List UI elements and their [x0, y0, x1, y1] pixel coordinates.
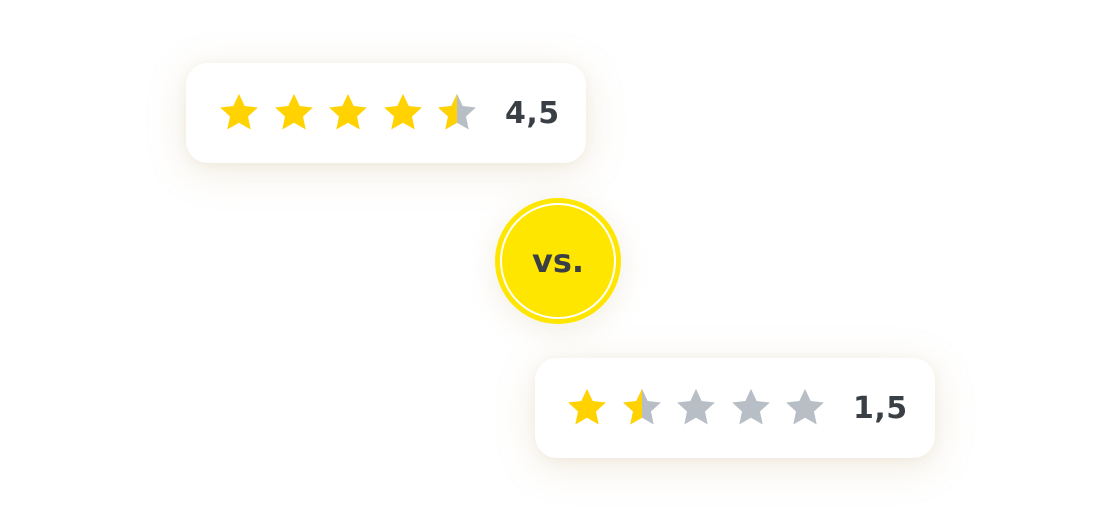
star-rating-low [565, 386, 827, 430]
star-empty-icon [786, 388, 824, 425]
star-filled-icon [329, 93, 367, 130]
vs-label: vs. [531, 242, 585, 280]
star-empty-icon [731, 388, 770, 425]
rating-value-high: 4,5 [505, 95, 560, 131]
star-filled-icon [568, 388, 606, 425]
star-filled-icon [383, 93, 422, 130]
star-filled-icon [220, 93, 258, 130]
star-rating-high [217, 91, 479, 135]
star-filled-icon [274, 93, 313, 130]
star-half-icon [622, 388, 661, 425]
rating-card-low: 1,5 [535, 358, 935, 458]
star-empty-icon [677, 388, 715, 425]
vs-badge: vs. [495, 198, 621, 324]
rating-value-low: 1,5 [853, 390, 908, 426]
rating-card-high: 4,5 [186, 63, 586, 163]
star-half-icon [438, 93, 476, 130]
